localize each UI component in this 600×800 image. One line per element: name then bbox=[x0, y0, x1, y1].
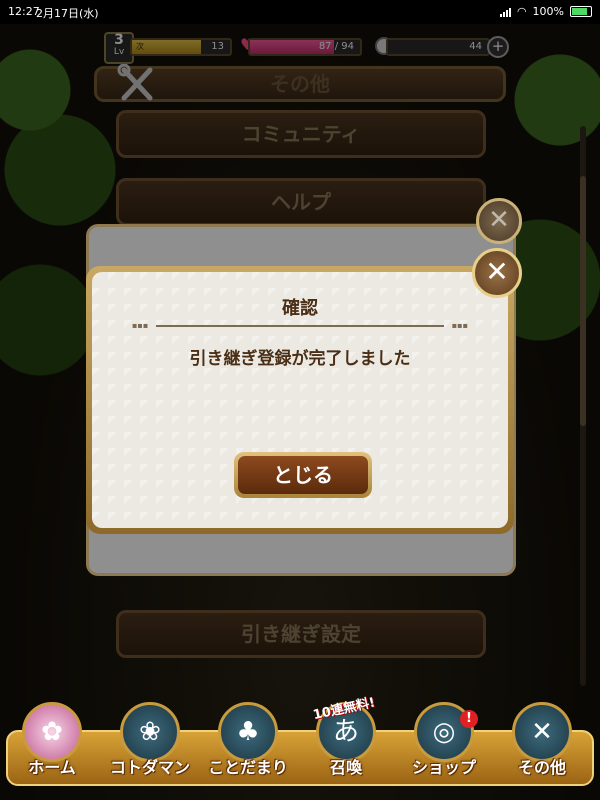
close-dialog-label[interactable]: とじる bbox=[238, 456, 368, 494]
scrollbar-thumb[interactable] bbox=[580, 176, 586, 426]
nav-item-kotodamari[interactable]: ♣ ことだまり bbox=[208, 702, 288, 782]
tools-icon: ✕ bbox=[512, 702, 572, 762]
nav-label: ショップ bbox=[411, 758, 476, 777]
notification-badge: ! bbox=[460, 710, 478, 728]
nav-label: 召喚 bbox=[329, 758, 362, 777]
status-date: 2月17日(水) bbox=[36, 7, 99, 20]
signal-icon bbox=[499, 7, 511, 17]
scrollbar[interactable] bbox=[580, 126, 586, 686]
status-bar: 12:27 2月17日(水) ◠ 100% bbox=[0, 0, 600, 24]
close-icon[interactable]: ✕ bbox=[472, 248, 522, 298]
wifi-icon: ◠ bbox=[516, 5, 527, 18]
flower-icon: ✿ bbox=[22, 702, 82, 762]
characters-icon: ❀ bbox=[120, 702, 180, 762]
close-dialog-button[interactable]: とじる bbox=[234, 452, 372, 498]
confirm-message: 引き継ぎ登録が完了しました bbox=[189, 349, 411, 369]
battery-icon bbox=[570, 6, 592, 17]
nav-item-kotodaman[interactable]: ❀ コトダマン bbox=[110, 702, 190, 782]
title-divider: ▪▪▪ ▪▪▪ bbox=[132, 321, 468, 330]
nav-label: ことだまり bbox=[208, 758, 288, 777]
status-time: 12:27 bbox=[8, 5, 40, 18]
nav-item-others[interactable]: ✕ その他 bbox=[502, 702, 582, 782]
nav-label: ホーム bbox=[28, 758, 76, 777]
confirm-dialog-body: 確認 ▪▪▪ ▪▪▪ 引き継ぎ登録が完了しました とじる bbox=[92, 272, 508, 528]
status-right: ◠ 100% bbox=[499, 5, 592, 18]
nav-item-home[interactable]: ✿ ホーム bbox=[12, 702, 92, 782]
carrots-icon: ♣ bbox=[218, 702, 278, 762]
nav-label: その他 bbox=[517, 758, 566, 777]
confirm-title: 確認 bbox=[282, 298, 318, 319]
battery-percent: 100% bbox=[532, 5, 564, 18]
background-close-button[interactable]: ✕ bbox=[476, 198, 522, 244]
nav-label: コトダマン bbox=[110, 758, 191, 777]
bottom-nav: ✿ ホーム ❀ コトダマン ♣ ことだまり あ 召喚 ◎ ショップ ✕ その他 … bbox=[0, 695, 600, 800]
confirm-dialog: 確認 ▪▪▪ ▪▪▪ 引き継ぎ登録が完了しました とじる bbox=[86, 266, 514, 534]
